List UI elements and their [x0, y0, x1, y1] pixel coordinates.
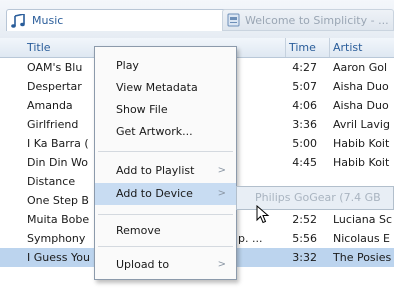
menu-item-label: View Metadata [116, 81, 198, 94]
submenu-item-philips-gogear[interactable]: Philips GoGear (7.4 GB [255, 191, 381, 204]
column-divider[interactable] [329, 38, 330, 57]
menu-item-add-to-playlist[interactable]: Add to Playlist > [95, 160, 236, 182]
tab-music[interactable]: Music [6, 9, 228, 31]
track-time: 4:06 [292, 99, 317, 112]
track-artist: Aisha Duo [333, 99, 389, 112]
menu-item-label: Show File [116, 103, 168, 116]
tab-music-label: Music [32, 14, 64, 27]
track-time: 4:27 [292, 61, 317, 74]
track-time: 5:00 [292, 137, 317, 150]
context-menu: Play View Metadata Show File Get Artwork… [94, 46, 237, 280]
submenu-arrow-icon: > [217, 259, 226, 270]
mouse-cursor-icon [256, 205, 270, 224]
track-artist: Habib Koit [333, 137, 390, 150]
document-icon [227, 13, 240, 27]
submenu-arrow-icon: > [217, 188, 226, 199]
menu-item-label: Add to Playlist [116, 164, 195, 177]
menu-item-upload-to[interactable]: Upload to > [95, 254, 236, 276]
menu-item-label: Add to Device [116, 187, 193, 200]
tab-bar: Music Welcome to Simplicity - ... [0, 0, 394, 39]
track-artist: Nicolaus E [333, 232, 391, 245]
track-time: 3:36 [292, 118, 317, 131]
track-artist: Aaron Gol [333, 61, 388, 74]
menu-item-label: Upload to [116, 258, 170, 271]
menu-item-label: Remove [116, 224, 161, 237]
menu-item-view-metadata[interactable]: View Metadata [95, 77, 236, 99]
track-time: 5:07 [292, 80, 317, 93]
column-divider[interactable] [285, 38, 286, 57]
track-title-overflow: p. ... [238, 232, 263, 245]
track-time: 2:52 [292, 213, 317, 226]
menu-separator [98, 151, 233, 152]
column-title[interactable]: Title [27, 41, 51, 54]
submenu-arrow-icon: > [217, 165, 226, 176]
music-note-icon [11, 13, 25, 28]
menu-item-show-file[interactable]: Show File [95, 99, 236, 121]
menu-item-label: Get Artwork... [116, 125, 193, 138]
tab-welcome-label: Welcome to Simplicity - ... [245, 13, 389, 27]
track-artist: Luciana Sc [333, 213, 392, 226]
tab-welcome[interactable]: Welcome to Simplicity - ... [222, 9, 394, 31]
track-artist: The Posies [333, 251, 392, 264]
track-time: 4:45 [292, 156, 317, 169]
column-artist[interactable]: Artist [333, 41, 362, 54]
column-time[interactable]: Time [289, 41, 316, 54]
menu-separator [98, 246, 233, 247]
menu-item-get-artwork[interactable]: Get Artwork... [95, 121, 236, 143]
track-artist: Habib Koit [333, 156, 390, 169]
menu-separator [98, 214, 233, 215]
track-artist: Aisha Duo [333, 80, 389, 93]
menu-item-remove[interactable]: Remove [95, 220, 236, 242]
track-artist: Avril Lavig [333, 118, 390, 131]
menu-item-add-to-device[interactable]: Add to Device > [95, 183, 236, 205]
menu-item-label: Play [116, 59, 139, 72]
track-time: 3:32 [292, 251, 317, 264]
track-time: 5:56 [292, 232, 317, 245]
menu-item-play[interactable]: Play [95, 55, 236, 77]
